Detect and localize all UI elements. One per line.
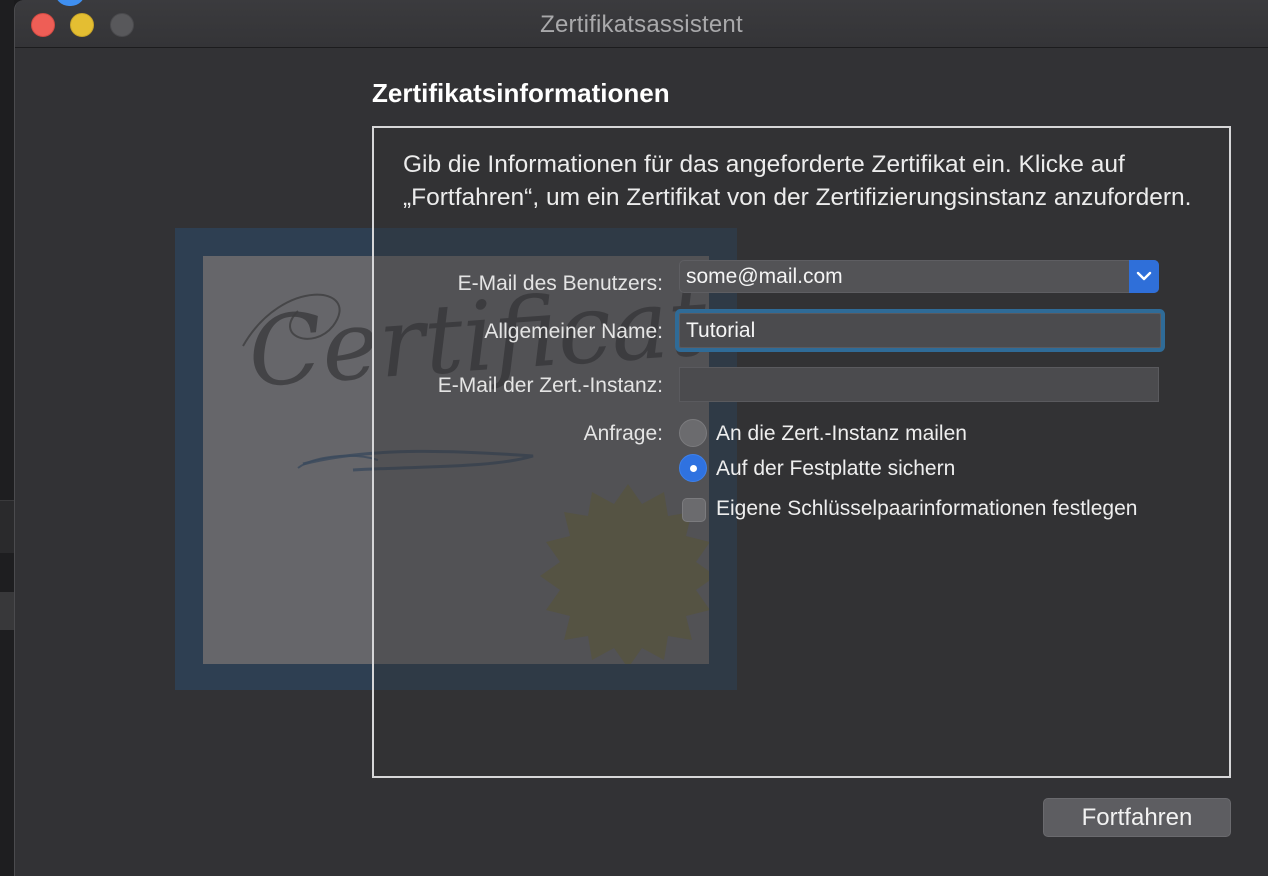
desktop-window-edge bbox=[0, 592, 14, 630]
instructions-text: Gib die Informationen für das angeforder… bbox=[403, 151, 1192, 211]
ca-email-field[interactable] bbox=[679, 367, 1159, 402]
user-email-label: E-Mail des Benutzers: bbox=[457, 272, 663, 295]
keypair-checkbox[interactable] bbox=[682, 498, 706, 522]
radio-selected-dot bbox=[690, 465, 697, 472]
desktop-background bbox=[0, 0, 14, 876]
user-email-value: some@mail.com bbox=[686, 265, 843, 288]
continue-button[interactable]: Fortfahren bbox=[1043, 798, 1231, 837]
user-email-popup[interactable]: some@mail.com bbox=[679, 260, 1159, 293]
email-ca-radio-label[interactable]: An die Zert.-Instanz mailen bbox=[716, 422, 967, 446]
save-to-disk-radio[interactable] bbox=[679, 454, 707, 482]
ca-email-label: E-Mail der Zert.-Instanz: bbox=[437, 374, 663, 397]
common-name-label: Allgemeiner Name: bbox=[484, 320, 663, 343]
common-name-field[interactable] bbox=[679, 313, 1161, 348]
email-ca-radio[interactable] bbox=[679, 419, 707, 447]
request-label: Anfrage: bbox=[583, 422, 663, 445]
app-icon-peek bbox=[55, 0, 85, 6]
desktop-window-edge bbox=[0, 500, 14, 553]
section-heading: Zertifikatsinformationen bbox=[372, 78, 670, 108]
save-to-disk-radio-label[interactable]: Auf der Festplatte sichern bbox=[716, 457, 955, 481]
form-panel bbox=[372, 126, 1231, 778]
window-title: Zertifikatsassistent bbox=[540, 11, 743, 38]
title-bar[interactable]: Zertifikatsassistent bbox=[15, 0, 1268, 48]
certificate-assistant-window: Zertifikatsassistent Certificate Zertifi… bbox=[14, 0, 1268, 876]
chevron-down-icon[interactable] bbox=[1129, 260, 1159, 293]
keypair-checkbox-label[interactable]: Eigene Schlüsselpaarinformationen festle… bbox=[716, 497, 1137, 521]
